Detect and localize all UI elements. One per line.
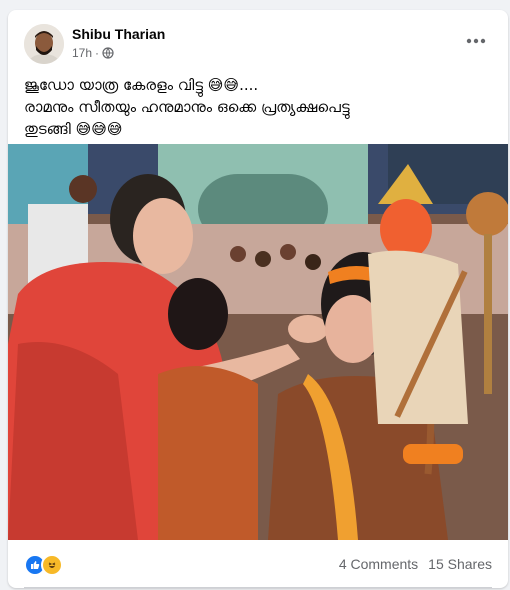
post-card: Shibu Tharian 17h · ജൂഡോ യാത്ര കേരളം വിട… [8, 10, 508, 588]
post-text-line: തുടങ്ങി 😅😅😅 [24, 120, 123, 138]
author-avatar[interactable] [24, 24, 64, 64]
ellipsis-icon [466, 38, 486, 44]
post-header: Shibu Tharian 17h · [8, 10, 508, 70]
engagement-counts: 4 Comments 15 Shares [339, 556, 492, 572]
post-footer: 4 Comments 15 Shares [8, 540, 508, 588]
post-photo-image [8, 144, 508, 540]
author-name[interactable]: Shibu Tharian [72, 26, 165, 42]
haha-icon [41, 554, 63, 576]
post-text: ജൂഡോ യാത്ര കേരളം വിട്ടു 😅😅.... രാമനും സീ… [24, 74, 494, 140]
post-time[interactable]: 17h [72, 46, 92, 60]
reaction-summary[interactable] [24, 554, 63, 576]
globe-icon [102, 47, 114, 59]
post-meta: 17h · [72, 46, 114, 60]
post-photo[interactable] [8, 144, 508, 540]
post-text-line: രാമനും സീതയും ഹനുമാനും ഒക്കെ പ്രത്യക്ഷപെ… [24, 98, 350, 116]
comments-count-link[interactable]: 4 Comments [339, 556, 418, 572]
divider [24, 587, 492, 588]
more-options-button[interactable] [462, 32, 490, 50]
post-text-line: ജൂഡോ യാത്ര കേരളം വിട്ടു 😅😅.... [24, 76, 259, 94]
avatar-image [24, 24, 64, 64]
shares-count-link[interactable]: 15 Shares [428, 556, 492, 572]
